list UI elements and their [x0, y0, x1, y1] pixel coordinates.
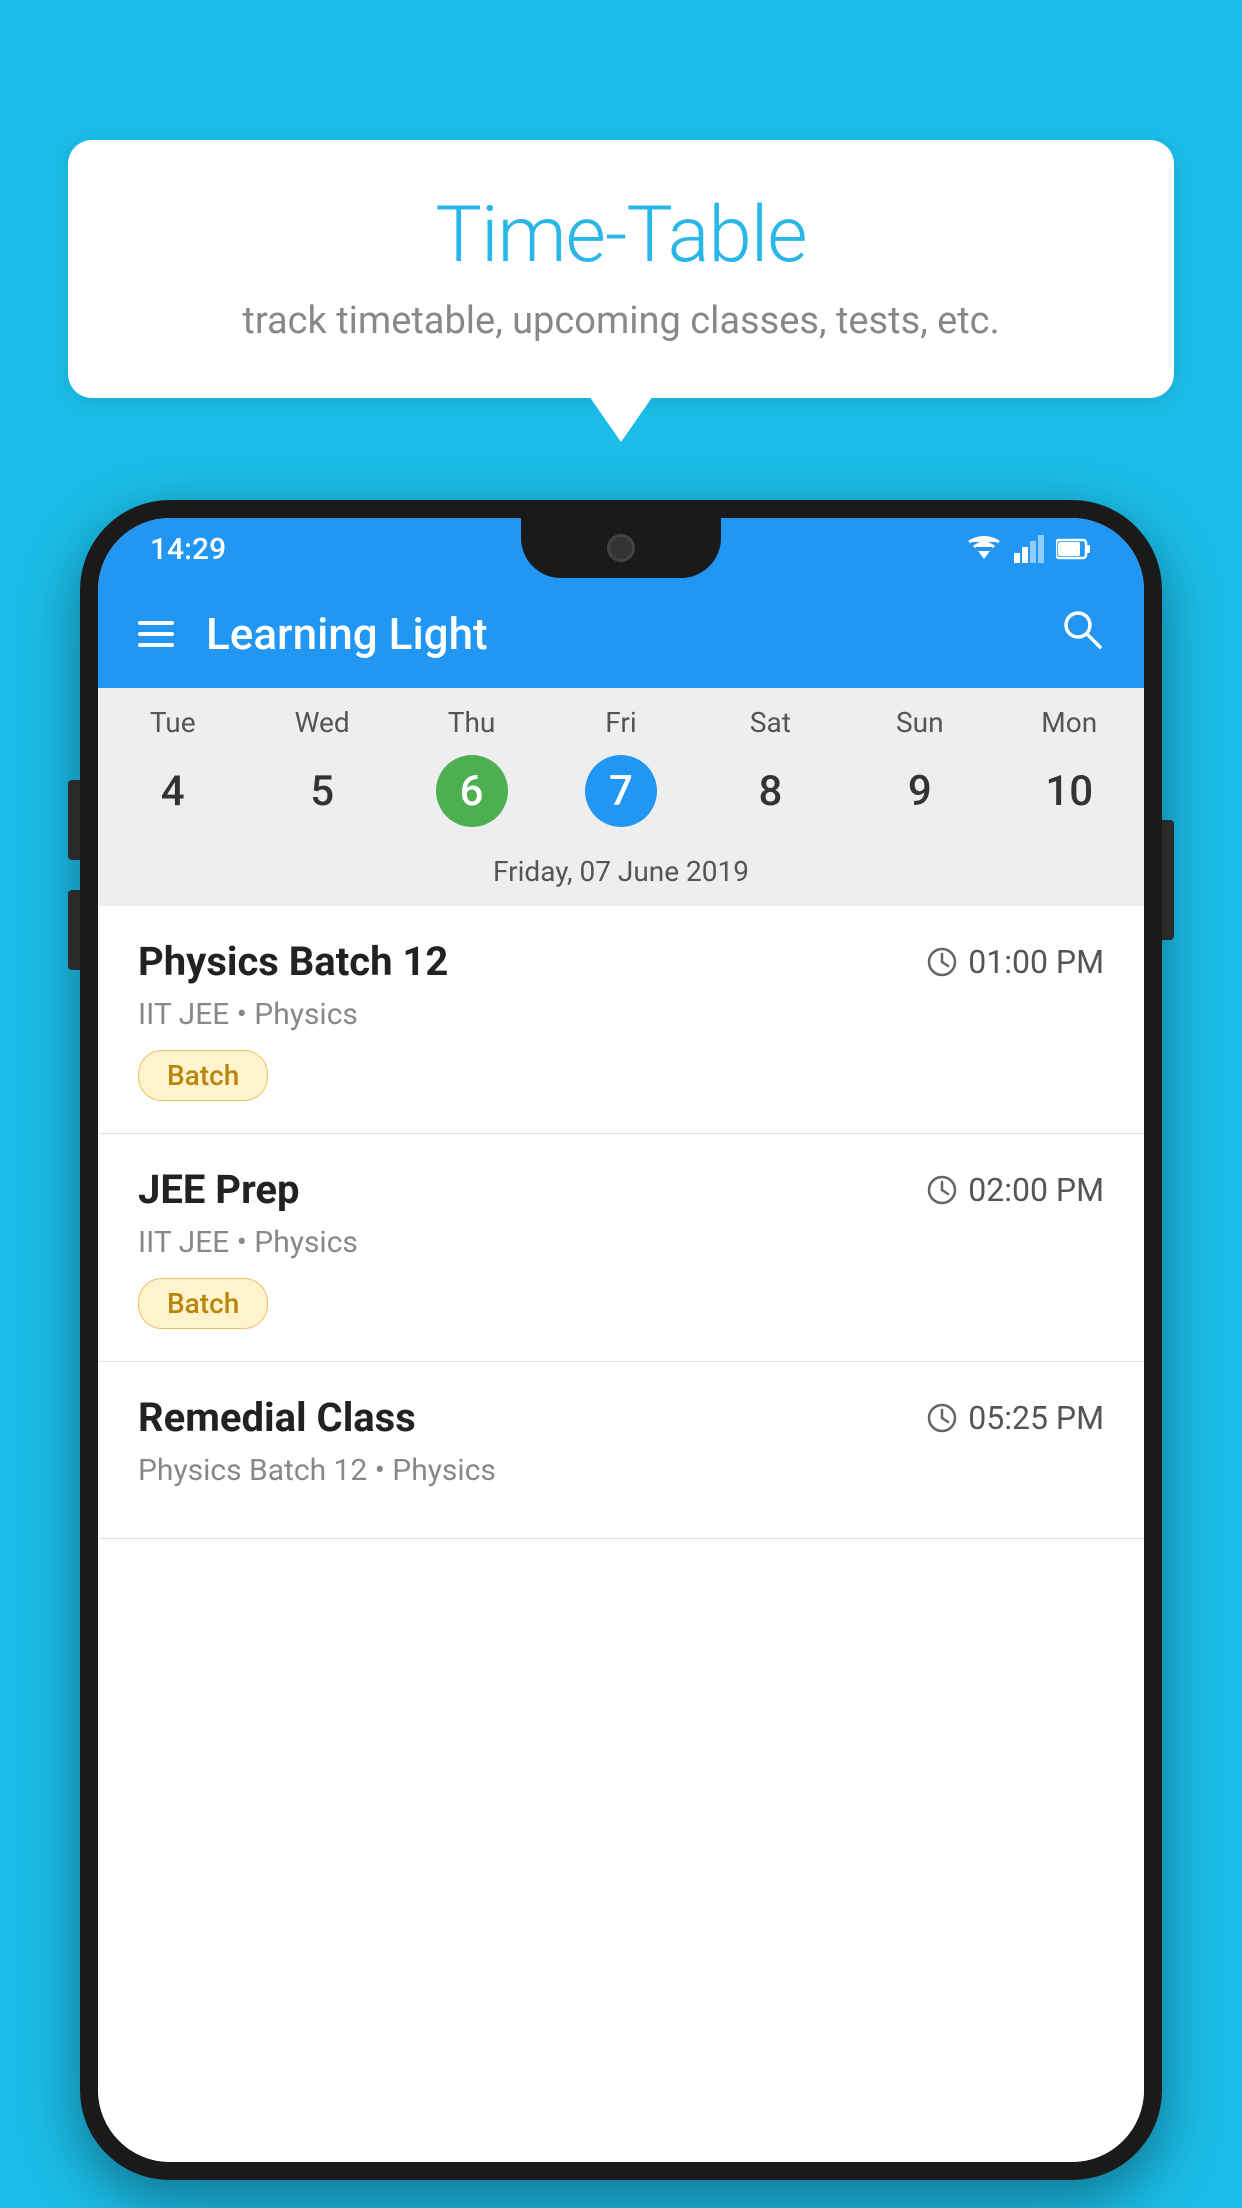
day-6-circle[interactable]: 6: [436, 755, 508, 827]
event-header-3: Remedial Class 05:25 PM: [138, 1394, 1104, 1441]
wifi-icon: [966, 535, 1002, 563]
clock-icon-2: [926, 1174, 958, 1206]
day-name-fri: Fri: [546, 706, 695, 739]
day-name-sat: Sat: [696, 706, 845, 739]
day-name-wed: Wed: [247, 706, 396, 739]
event-time-1: 01:00 PM: [926, 943, 1104, 981]
event-name-1: Physics Batch 12: [138, 938, 448, 985]
phone-button-volume-down: [68, 890, 80, 970]
phone-button-power: [1162, 820, 1174, 940]
day-names-row: Tue Wed Thu Fri Sat Sun Mon: [98, 688, 1144, 747]
day-name-sun: Sun: [845, 706, 994, 739]
event-name-2: JEE Prep: [138, 1166, 299, 1213]
status-icons: [966, 535, 1092, 563]
day-4[interactable]: 4: [98, 755, 247, 827]
day-name-tue: Tue: [98, 706, 247, 739]
clock-icon-1: [926, 946, 958, 978]
phone-frame: 14:29: [80, 500, 1162, 2180]
event-tag-1: Batch: [138, 1050, 268, 1101]
day-7-circle[interactable]: 7: [585, 755, 657, 827]
clock-icon-3: [926, 1402, 958, 1434]
calendar-strip: Tue Wed Thu Fri Sat Sun Mon 4 5 6 7: [98, 688, 1144, 906]
event-meta-1: IIT JEE • Physics: [138, 997, 1104, 1032]
search-icon[interactable]: [1060, 607, 1104, 662]
event-header-1: Physics Batch 12 01:00 PM: [138, 938, 1104, 985]
event-item-physics-batch-12[interactable]: Physics Batch 12 01:00 PM IIT JEE • Phys…: [98, 906, 1144, 1134]
day-8[interactable]: 8: [696, 755, 845, 827]
app-bar: Learning Light: [98, 580, 1144, 688]
day-6[interactable]: 6: [397, 755, 546, 827]
event-header-2: JEE Prep 02:00 PM: [138, 1166, 1104, 1213]
phone-button-volume-up: [68, 780, 80, 860]
event-item-remedial-class[interactable]: Remedial Class 05:25 PM Physics Batch 12…: [98, 1362, 1144, 1539]
phone-notch: [521, 518, 721, 578]
phone-screen: 14:29: [98, 518, 1144, 2162]
event-time-2: 02:00 PM: [926, 1171, 1104, 1209]
day-numbers-row: 4 5 6 7 8 9 10: [98, 747, 1144, 845]
speech-bubble-container: Time-Table track timetable, upcoming cla…: [68, 140, 1174, 398]
event-meta-2: IIT JEE • Physics: [138, 1225, 1104, 1260]
day-name-mon: Mon: [995, 706, 1144, 739]
phone-camera: [607, 534, 635, 562]
day-name-thu: Thu: [397, 706, 546, 739]
signal-icon: [1014, 535, 1044, 563]
selected-date-label: Friday, 07 June 2019: [98, 845, 1144, 906]
status-time: 14:29: [150, 532, 226, 567]
event-item-jee-prep[interactable]: JEE Prep 02:00 PM IIT JEE • Physics Batc…: [98, 1134, 1144, 1362]
phone-container: 14:29: [80, 500, 1162, 2180]
speech-bubble: Time-Table track timetable, upcoming cla…: [68, 140, 1174, 398]
day-5[interactable]: 5: [247, 755, 396, 827]
event-list: Physics Batch 12 01:00 PM IIT JEE • Phys…: [98, 906, 1144, 2162]
event-tag-2: Batch: [138, 1278, 268, 1329]
bubble-subtitle: track timetable, upcoming classes, tests…: [108, 299, 1134, 343]
day-9[interactable]: 9: [845, 755, 994, 827]
hamburger-menu-icon[interactable]: [138, 621, 174, 647]
day-7[interactable]: 7: [546, 755, 695, 827]
bubble-title: Time-Table: [108, 190, 1134, 281]
day-10[interactable]: 10: [995, 755, 1144, 827]
event-meta-3: Physics Batch 12 • Physics: [138, 1453, 1104, 1488]
event-time-3: 05:25 PM: [926, 1399, 1104, 1437]
app-title: Learning Light: [206, 608, 1060, 660]
event-name-3: Remedial Class: [138, 1394, 416, 1441]
battery-icon: [1056, 538, 1092, 560]
